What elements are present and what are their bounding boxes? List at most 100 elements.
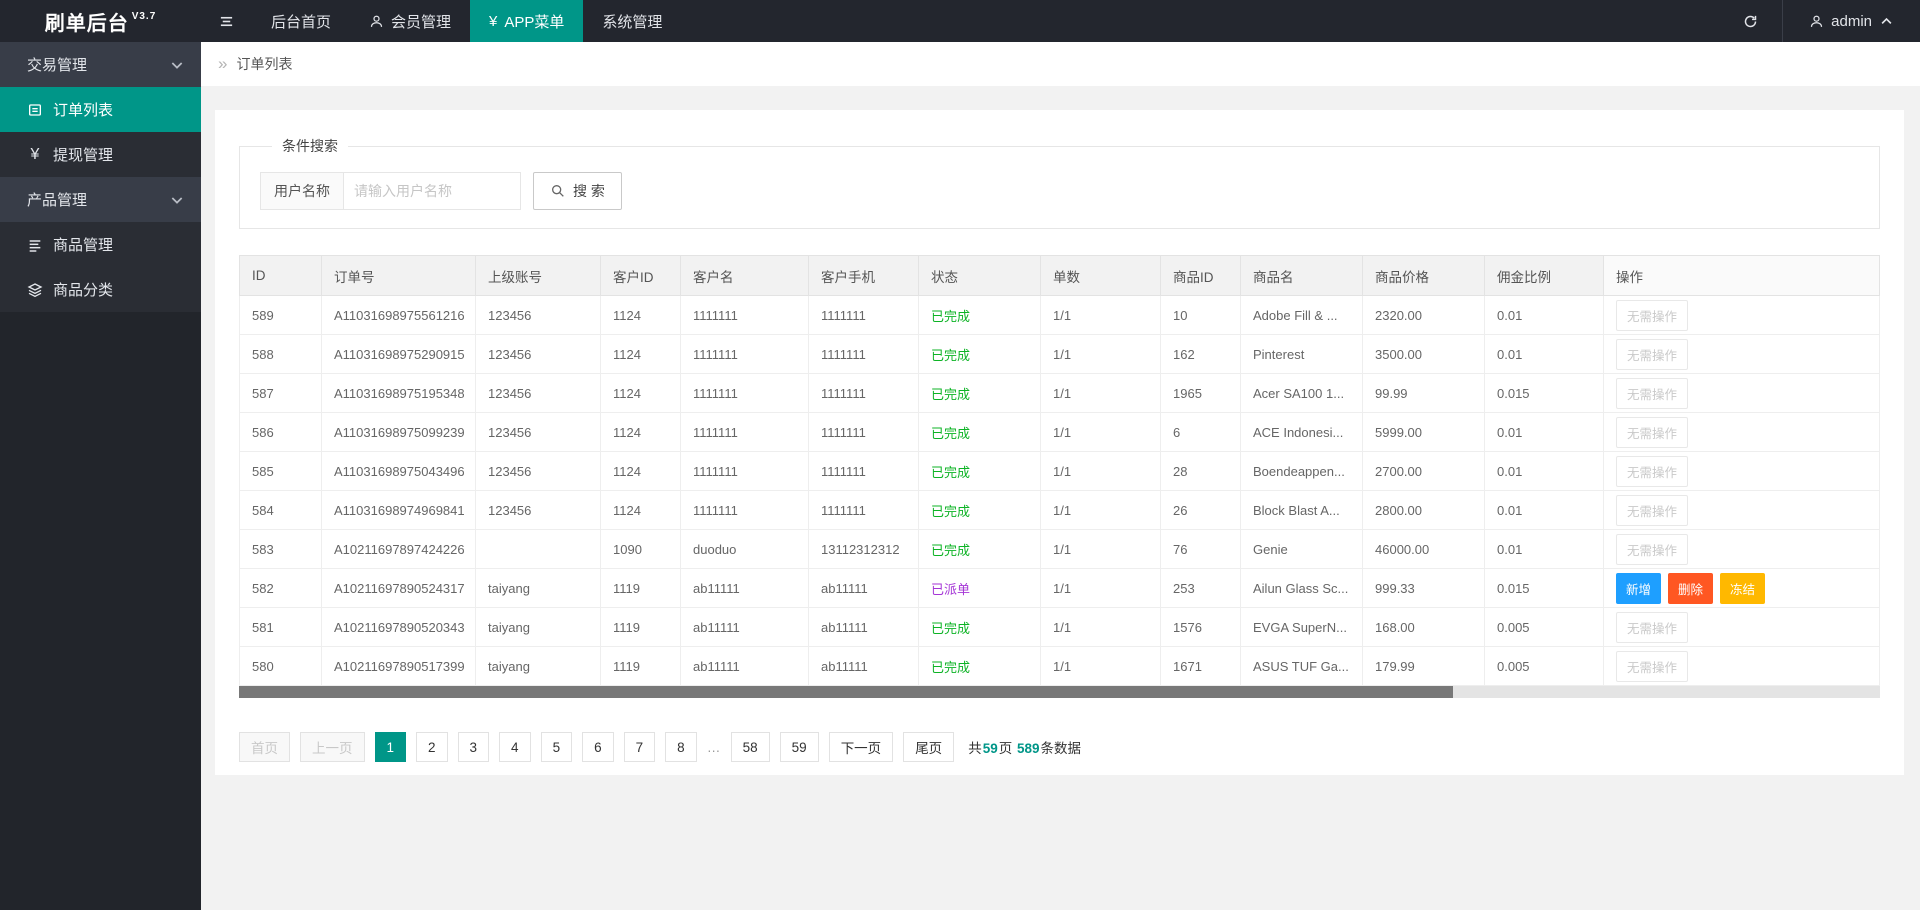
page-59[interactable]: 59	[780, 732, 819, 762]
cell-count: 1/1	[1041, 374, 1161, 413]
table-header-row: ID订单号上级账号客户ID客户名客户手机状态单数商品ID商品名商品价格佣金比例操…	[240, 256, 1880, 296]
cell-price: 2800.00	[1363, 491, 1485, 530]
page-4[interactable]: 4	[499, 732, 531, 762]
cell-parent-account: taiyang	[476, 569, 601, 608]
page-title: 订单列表	[236, 54, 292, 74]
cell-commission: 0.015	[1485, 569, 1604, 608]
no-action-button[interactable]: 无需操作	[1616, 651, 1688, 682]
page-1[interactable]: 1	[375, 732, 407, 762]
no-action-button[interactable]: 无需操作	[1616, 417, 1688, 448]
table-row: 584A110316989749698411234561124111111111…	[240, 491, 1880, 530]
table-row: 589A110316989755612161234561124111111111…	[240, 296, 1880, 335]
cell-product-id: 1965	[1161, 374, 1241, 413]
cell-parent-account: 123456	[476, 296, 601, 335]
cell-product-name: ASUS TUF Ga...	[1241, 647, 1363, 686]
cell-order-no: A10211697897424226	[322, 530, 476, 569]
cell-count: 1/1	[1041, 647, 1161, 686]
cell-client-name: 1111111	[681, 452, 809, 491]
page-3[interactable]: 3	[458, 732, 490, 762]
page-last[interactable]: 尾页	[903, 732, 954, 762]
no-action-button[interactable]: 无需操作	[1616, 456, 1688, 487]
cell-commission: 0.005	[1485, 647, 1604, 686]
no-action-button[interactable]: 无需操作	[1616, 378, 1688, 409]
cell-product-name: Adobe Fill & ...	[1241, 296, 1363, 335]
table-row: 587A110316989751953481234561124111111111…	[240, 374, 1880, 413]
cell-id: 589	[240, 296, 322, 335]
table-row: 580A10211697890517399taiyang1119ab11111a…	[240, 647, 1880, 686]
page-5[interactable]: 5	[541, 732, 573, 762]
cell-actions: 无需操作	[1604, 452, 1880, 491]
page-2[interactable]: 2	[416, 732, 448, 762]
cell-commission: 0.01	[1485, 335, 1604, 374]
cell-product-id: 6	[1161, 413, 1241, 452]
page-58[interactable]: 58	[731, 732, 770, 762]
no-action-button[interactable]: 无需操作	[1616, 300, 1688, 331]
cell-order-no: A11031698975099239	[322, 413, 476, 452]
no-action-button[interactable]: 无需操作	[1616, 339, 1688, 370]
nav-item-home[interactable]: 后台首页	[252, 0, 350, 42]
cell-actions: 无需操作	[1604, 530, 1880, 569]
cell-client-name: 1111111	[681, 335, 809, 374]
status-badge: 已完成	[931, 504, 970, 519]
sidebar: 交易管理订单列表¥提现管理产品管理商品管理商品分类	[0, 42, 201, 910]
nav-item-label: 会员管理	[391, 11, 451, 32]
page-next[interactable]: 下一页	[829, 732, 894, 762]
refresh-button[interactable]	[1719, 0, 1782, 42]
page-7[interactable]: 7	[624, 732, 656, 762]
cell-id: 581	[240, 608, 322, 647]
add-button[interactable]: 新增	[1616, 573, 1661, 604]
hamburger-button[interactable]	[201, 0, 252, 42]
sidebar-item-withdraw-management[interactable]: ¥提现管理	[0, 132, 201, 177]
cell-parent-account: 123456	[476, 452, 601, 491]
no-action-button[interactable]: 无需操作	[1616, 495, 1688, 526]
breadcrumb-separator-icon: »	[218, 54, 227, 74]
cell-product-name: Block Blast A...	[1241, 491, 1363, 530]
cell-order-no: A11031698974969841	[322, 491, 476, 530]
freeze-button[interactable]: 冻结	[1720, 573, 1765, 604]
sidebar-item-trade-management[interactable]: 交易管理	[0, 42, 201, 87]
no-action-button[interactable]: 无需操作	[1616, 612, 1688, 643]
main-content: » 订单列表 条件搜索 用户名称 搜 索 ID订单号上级账号客户ID客户名客户手…	[201, 0, 1920, 775]
table-row: 586A110316989750992391234561124111111111…	[240, 413, 1880, 452]
sidebar-item-product-management[interactable]: 产品管理	[0, 177, 201, 222]
person-icon	[369, 14, 384, 29]
horizontal-scrollbar-thumb[interactable]	[239, 686, 1453, 698]
no-action-button[interactable]: 无需操作	[1616, 534, 1688, 565]
nav-item-label: APP菜单	[504, 11, 564, 32]
cell-order-no: A10211697890524317	[322, 569, 476, 608]
cell-client-id: 1119	[601, 608, 681, 647]
page-6[interactable]: 6	[582, 732, 614, 762]
pagination-pages-word: 页	[999, 741, 1016, 756]
search-button[interactable]: 搜 索	[533, 172, 622, 210]
table-row: 585A110316989750434961234561124111111111…	[240, 452, 1880, 491]
nav-item-label: 后台首页	[271, 11, 331, 32]
cell-product-name: Ailun Glass Sc...	[1241, 569, 1363, 608]
page-8[interactable]: 8	[665, 732, 697, 762]
sidebar-item-order-list[interactable]: 订单列表	[0, 87, 201, 132]
yen-icon: ¥	[27, 146, 43, 163]
nav-item-system[interactable]: 系统管理	[583, 0, 681, 42]
nav-item-app-menu[interactable]: ¥APP菜单	[470, 0, 583, 42]
cell-status: 已完成	[919, 608, 1041, 647]
cell-product-id: 10	[1161, 296, 1241, 335]
cell-parent-account: 123456	[476, 491, 601, 530]
column-header-product-name: 商品名	[1241, 256, 1363, 296]
cell-client-phone: ab11111	[809, 608, 919, 647]
username-input[interactable]	[343, 172, 521, 210]
cell-product-id: 162	[1161, 335, 1241, 374]
page-first[interactable]: 首页	[239, 732, 290, 762]
cell-product-name: EVGA SuperN...	[1241, 608, 1363, 647]
delete-button[interactable]: 删除	[1668, 573, 1713, 604]
cell-price: 46000.00	[1363, 530, 1485, 569]
sidebar-item-goods-management[interactable]: 商品管理	[0, 222, 201, 267]
sidebar-item-goods-category[interactable]: 商品分类	[0, 267, 201, 312]
cell-id: 588	[240, 335, 322, 374]
nav-item-members[interactable]: 会员管理	[350, 0, 470, 42]
column-header-product-id: 商品ID	[1161, 256, 1241, 296]
cell-client-phone: 1111111	[809, 413, 919, 452]
user-menu[interactable]: admin	[1782, 0, 1920, 42]
app-logo: 刷单后台 V3.7	[0, 0, 201, 42]
page-prev[interactable]: 上一页	[300, 732, 365, 762]
status-badge: 已完成	[931, 387, 970, 402]
cell-client-id: 1124	[601, 452, 681, 491]
